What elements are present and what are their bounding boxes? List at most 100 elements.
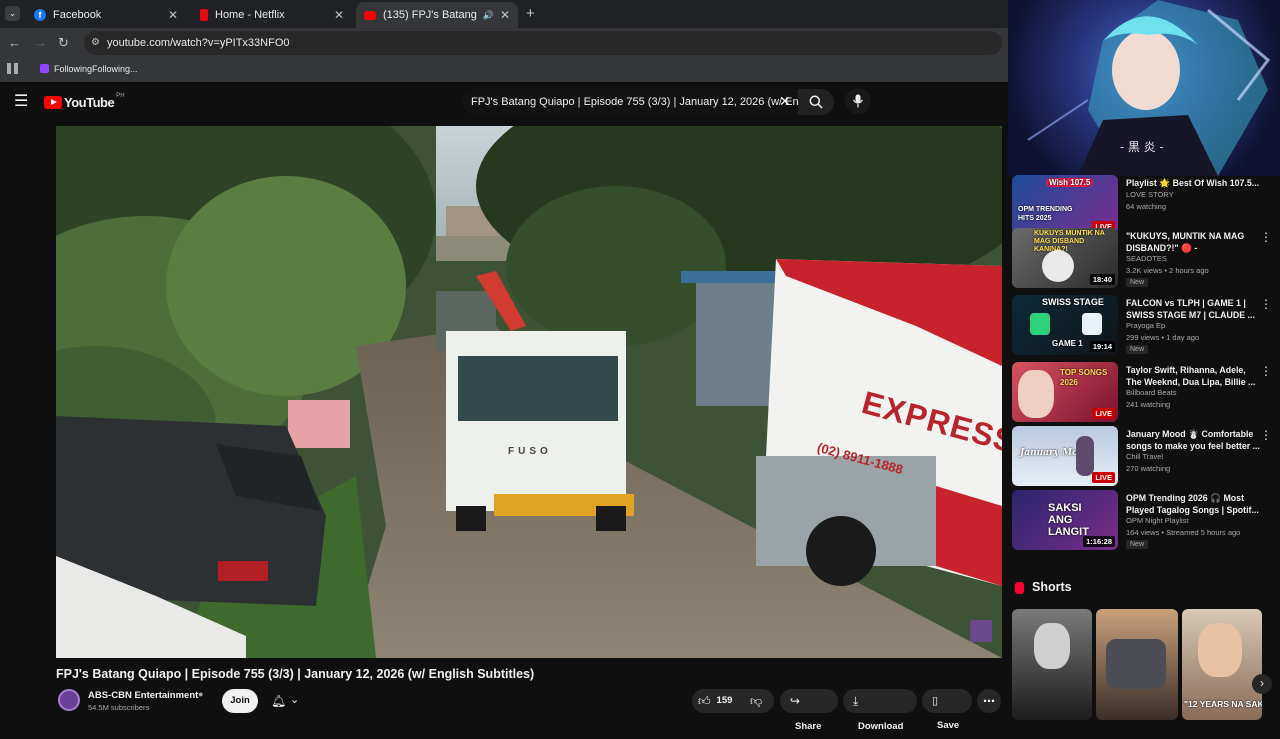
anime-artwork-overlay: - 黒 炎 - — [1008, 0, 1280, 176]
short-item[interactable] — [1096, 609, 1178, 720]
artwork-caption: - 黒 炎 - — [1120, 140, 1164, 154]
tab-netflix[interactable]: Home - Netflix ✕ — [192, 2, 352, 28]
more-actions-button[interactable]: ⋯ — [977, 689, 1001, 713]
url-field[interactable]: ⚙ youtube.com/watch?v=yPITx33NFO0 — [84, 31, 1002, 55]
channel-name[interactable]: ABS-CBN Entertainment — [88, 690, 198, 701]
thumbnail-text: SAKSI ANG LANGIT — [1048, 502, 1089, 538]
tab-search-chevron-icon[interactable]: ⌄ — [5, 6, 20, 21]
live-badge: LIVE — [1092, 472, 1115, 483]
more-vertical-icon[interactable]: ⋮ — [1260, 297, 1272, 311]
short-thumbnail-text: "12 YEARS NA SAKIT — [1184, 699, 1262, 709]
bookmark-following[interactable]: FollowingFollowing... — [54, 64, 138, 74]
bookmarks-bar: FollowingFollowing... — [0, 58, 1008, 82]
thumbnail-text: TOP SONGS 2026 — [1060, 368, 1108, 387]
site-settings-icon[interactable]: ⚙ — [91, 31, 100, 55]
apps-grid-icon[interactable] — [7, 63, 18, 74]
like-dislike-group: 👍︎ 159 👎︎ — [692, 689, 774, 713]
thumbnail: January Mood LIVE — [1012, 426, 1118, 486]
share-icon: ↪ — [790, 694, 801, 708]
video-player[interactable]: EXPRESS (02) 8911-1888 FUSO — [56, 126, 1002, 658]
share-label: Share — [795, 721, 822, 732]
youtube-header: ☰ YouTube PH FPJ's Batang Quiapo | Episo… — [0, 82, 1008, 122]
recommendation-title: OPM Trending 2026 🎧 Most Played Tagalog … — [1126, 493, 1259, 515]
recommendation-item[interactable]: KUKUYS MUNTIK NA MAG DISBAND KANINA?! 18… — [1012, 228, 1280, 290]
search-button[interactable] — [798, 89, 834, 115]
recommendation-item[interactable]: SAKSI ANG LANGIT 1:16:28 OPM Trending 20… — [1012, 490, 1280, 552]
like-button[interactable]: 👍︎ 159 — [698, 689, 732, 713]
dislike-button[interactable]: 👎︎ — [750, 689, 762, 715]
recommendation-title: FALCON vs TLPH | GAME 1 | SWISS STAGE M7… — [1126, 298, 1255, 320]
thumbnail: TOP SONGS 2026 LIVE — [1012, 362, 1118, 422]
youtube-icon — [364, 10, 376, 20]
team-logo-icon — [1030, 313, 1050, 335]
download-button[interactable]: ⤓ Download — [843, 689, 917, 732]
youtube-play-logo-icon — [44, 95, 62, 109]
thumbnail-text: SWISS STAGE — [1042, 297, 1104, 307]
more-vertical-icon[interactable]: ⋮ — [1260, 364, 1272, 378]
back-arrow-icon[interactable]: ← — [8, 35, 21, 50]
save-button[interactable]: ▯ Save — [922, 689, 972, 731]
clear-search-icon[interactable]: ✕ — [779, 93, 791, 110]
share-button[interactable]: ↪ Share — [780, 689, 838, 732]
shorts-next-button[interactable]: › — [1252, 674, 1272, 694]
recommendation-title: "KUKUYS, MUNTIK NA MAG DISBAND?!" 🔴 - KW… — [1126, 231, 1245, 253]
save-label: Save — [937, 720, 960, 731]
new-tab-icon[interactable]: + — [526, 5, 535, 22]
search-input[interactable]: FPJ's Batang Quiapo | Episode 755 (3/3) … — [462, 89, 798, 115]
bookmark-favicon-icon — [40, 64, 49, 73]
recommendation-item[interactable]: SWISS STAGE GAME 1 19:14 FALCON vs TLPH … — [1012, 295, 1280, 357]
url-text: youtube.com/watch?v=yPITx33NFO0 — [107, 37, 290, 49]
recommendation-channel: OPM Night Playlist — [1126, 516, 1189, 525]
join-button[interactable]: Join — [222, 689, 258, 713]
shorts-heading: Shorts — [1032, 580, 1072, 594]
thumbnail-face — [1198, 623, 1242, 677]
video-frame — [56, 126, 1002, 658]
recommendation-item[interactable]: January Mood LIVE January Mood ☃️ Comfor… — [1012, 426, 1280, 488]
recommendation-meta: 270 watching — [1126, 464, 1171, 473]
hamburger-menu-icon[interactable]: ☰ — [14, 91, 28, 111]
recommendation-meta: 3.2K views • 2 hours ago — [1126, 266, 1209, 275]
short-item[interactable] — [1012, 609, 1092, 720]
thumbnail-face — [1018, 370, 1054, 418]
microphone-icon — [853, 94, 863, 108]
bell-icon: 🔔︎ — [271, 694, 287, 708]
chevron-down-icon: ⌄ — [290, 694, 300, 706]
join-label: Join — [230, 695, 250, 706]
close-tab-icon[interactable]: ✕ — [168, 8, 178, 22]
tab-facebook[interactable]: f Facebook ✕ — [26, 2, 186, 28]
short-item[interactable]: "12 YEARS NA SAKIT — [1182, 609, 1262, 720]
like-count: 159 — [716, 695, 733, 706]
thumbnail-logo-text: Wish 107.5 — [1046, 178, 1094, 187]
reload-icon[interactable]: ↻ — [58, 35, 69, 51]
thumbnail: SWISS STAGE GAME 1 19:14 — [1012, 295, 1118, 355]
forward-arrow-icon[interactable]: → — [34, 35, 47, 50]
new-badge: New — [1126, 345, 1149, 354]
thumbnail: KUKUYS MUNTIK NA MAG DISBAND KANINA?! 18… — [1012, 228, 1118, 288]
thumbnail-face — [1034, 623, 1070, 669]
address-toolbar: ← → ↻ ⚙ youtube.com/watch?v=yPITx33NFO0 — [0, 28, 1008, 58]
recommendation-title: Playlist 🌟 Best Of Wish 107.5... — [1126, 178, 1260, 188]
close-tab-icon[interactable]: ✕ — [500, 8, 510, 22]
shorts-logo-icon — [1015, 582, 1024, 594]
tab-youtube[interactable]: (135) FPJ's Batang Quiapo 🔊 ✕ — [356, 2, 518, 28]
thumbnail-face — [1042, 250, 1074, 282]
download-label: Download — [858, 721, 904, 732]
more-vertical-icon[interactable]: ⋮ — [1260, 230, 1272, 244]
speaker-icon[interactable]: 🔊 — [483, 10, 494, 21]
region-code: PH — [116, 93, 125, 99]
youtube-logo[interactable]: YouTube PH — [44, 93, 125, 111]
thumbnail: Wish 107.5 OPM TRENDING HITS 2025 LIVE — [1012, 175, 1118, 235]
right-sidebar: - 黒 炎 - Wish 107.5 OPM TRENDING HITS 202… — [1008, 0, 1280, 720]
channel-avatar[interactable] — [58, 689, 80, 711]
subscriber-count: 54.5M subscribers — [88, 703, 150, 712]
notification-bell-button[interactable]: 🔔︎ ⌄ — [264, 689, 308, 713]
thumbs-up-icon: 👍︎ — [698, 694, 711, 708]
recommendation-channel: Chill Travel — [1126, 452, 1164, 461]
more-vertical-icon[interactable]: ⋮ — [1260, 428, 1272, 442]
thumbnail: SAKSI ANG LANGIT 1:16:28 — [1012, 490, 1118, 550]
voice-search-button[interactable] — [845, 88, 871, 114]
close-tab-icon[interactable]: ✕ — [334, 8, 344, 22]
browser-tab-bar: ⌄ f Facebook ✕ Home - Netflix ✕ (135) FP… — [0, 0, 1008, 28]
duration-badge: 19:14 — [1089, 341, 1115, 352]
recommendation-item[interactable]: TOP SONGS 2026 LIVE Taylor Swift, Rihann… — [1012, 362, 1280, 424]
